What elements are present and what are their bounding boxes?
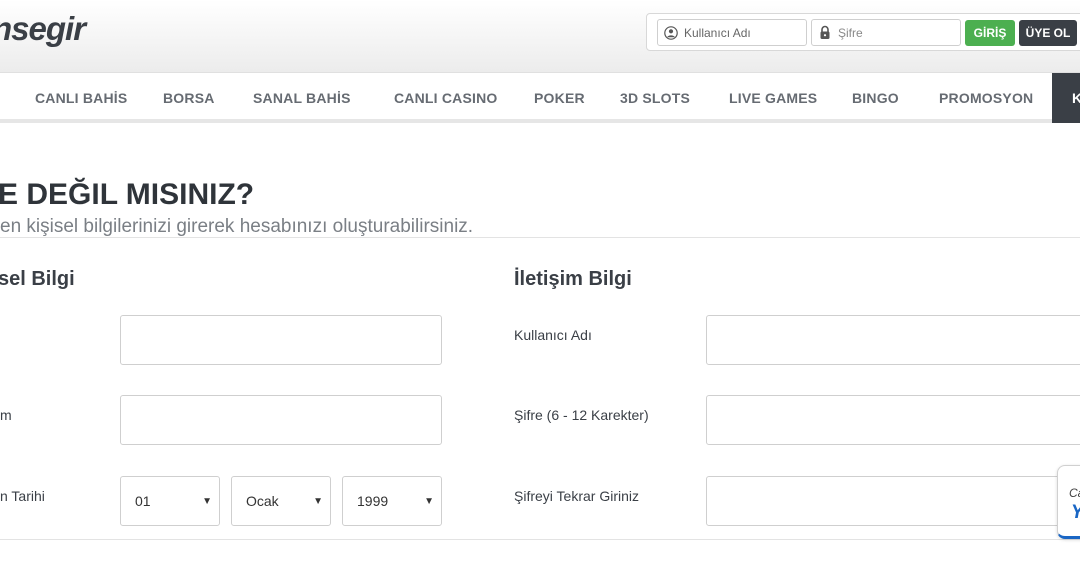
nav-item-promosyon[interactable]: PROMOSYON — [939, 73, 1033, 123]
personal-field-2-input[interactable] — [120, 395, 442, 445]
lock-icon — [812, 25, 838, 40]
personal-info-title: sel Bilgi — [0, 268, 75, 290]
dropdown-caret-icon: ▼ — [202, 496, 212, 507]
live-chat-widget[interactable]: Ca Y — [1057, 465, 1080, 539]
personal-field-1-input[interactable] — [120, 315, 442, 365]
birth-month-value: Ocak — [246, 493, 279, 509]
nav-item-highlighted[interactable]: K — [1052, 73, 1080, 123]
chat-widget-line2: Y — [1071, 502, 1080, 524]
register-button[interactable]: ÜYE OL — [1019, 20, 1077, 46]
dropdown-caret-icon: ▼ — [424, 496, 434, 507]
nav-item-canli-bahis[interactable]: CANLI BAHİS — [35, 73, 127, 123]
register-password-repeat-input[interactable] — [706, 476, 1080, 526]
nav-item-live-games[interactable]: LIVE GAMES — [729, 73, 817, 123]
password-label: Şifre (6 - 12 Karekter) — [514, 407, 649, 423]
nav-item-borsa[interactable]: BORSA — [163, 73, 215, 123]
birth-day-value: 01 — [135, 493, 151, 509]
site-header: nsegir Kullanıcı Adı Şifre GİRİŞ ÜYE OL — [0, 0, 1080, 73]
dropdown-caret-icon: ▼ — [313, 496, 323, 507]
user-icon — [658, 25, 684, 40]
nav-item-3d-slots[interactable]: 3D SLOTS — [620, 73, 690, 123]
password-repeat-label: Şifreyi Tekrar Giriniz — [514, 488, 639, 504]
nav-item-bingo[interactable]: BINGO — [852, 73, 899, 123]
contact-info-title: İletişim Bilgi — [514, 268, 632, 290]
site-logo[interactable]: nsegir — [0, 10, 86, 48]
username-input[interactable]: Kullanıcı Adı — [657, 19, 807, 46]
login-button[interactable]: GİRİŞ — [965, 20, 1015, 46]
username-label: Kullanıcı Adı — [514, 327, 592, 343]
page-title: E DEĞIL MISINIZ? — [0, 178, 255, 211]
divider — [0, 539, 1080, 540]
password-placeholder: Şifre — [838, 25, 863, 40]
nav-item-canli-casino[interactable]: CANLI CASINO — [394, 73, 498, 123]
main-nav: CANLI BAHİS BORSA SANAL BAHİS CANLI CASI… — [0, 73, 1080, 123]
birth-day-select[interactable]: 01 ▼ — [120, 476, 220, 526]
username-placeholder: Kullanıcı Adı — [684, 25, 751, 40]
chat-widget-line1: Ca — [1069, 486, 1080, 500]
divider — [0, 237, 1080, 238]
page-subtitle: en kişisel bilgilerinizi girerek hesabın… — [0, 216, 474, 237]
register-username-input[interactable] — [706, 315, 1080, 365]
password-input[interactable]: Şifre — [811, 19, 961, 46]
nav-item-sanal-bahis[interactable]: SANAL BAHİS — [253, 73, 351, 123]
birth-year-value: 1999 — [357, 493, 389, 509]
birth-date-label: n Tarihi — [0, 488, 45, 504]
register-password-input[interactable] — [706, 395, 1080, 445]
birth-month-select[interactable]: Ocak ▼ — [231, 476, 331, 526]
login-bar: Kullanıcı Adı Şifre GİRİŞ ÜYE OL — [646, 13, 1080, 51]
personal-field-2-label: m — [0, 407, 12, 423]
nav-item-poker[interactable]: POKER — [534, 73, 585, 123]
birth-year-select[interactable]: 1999 ▼ — [342, 476, 442, 526]
